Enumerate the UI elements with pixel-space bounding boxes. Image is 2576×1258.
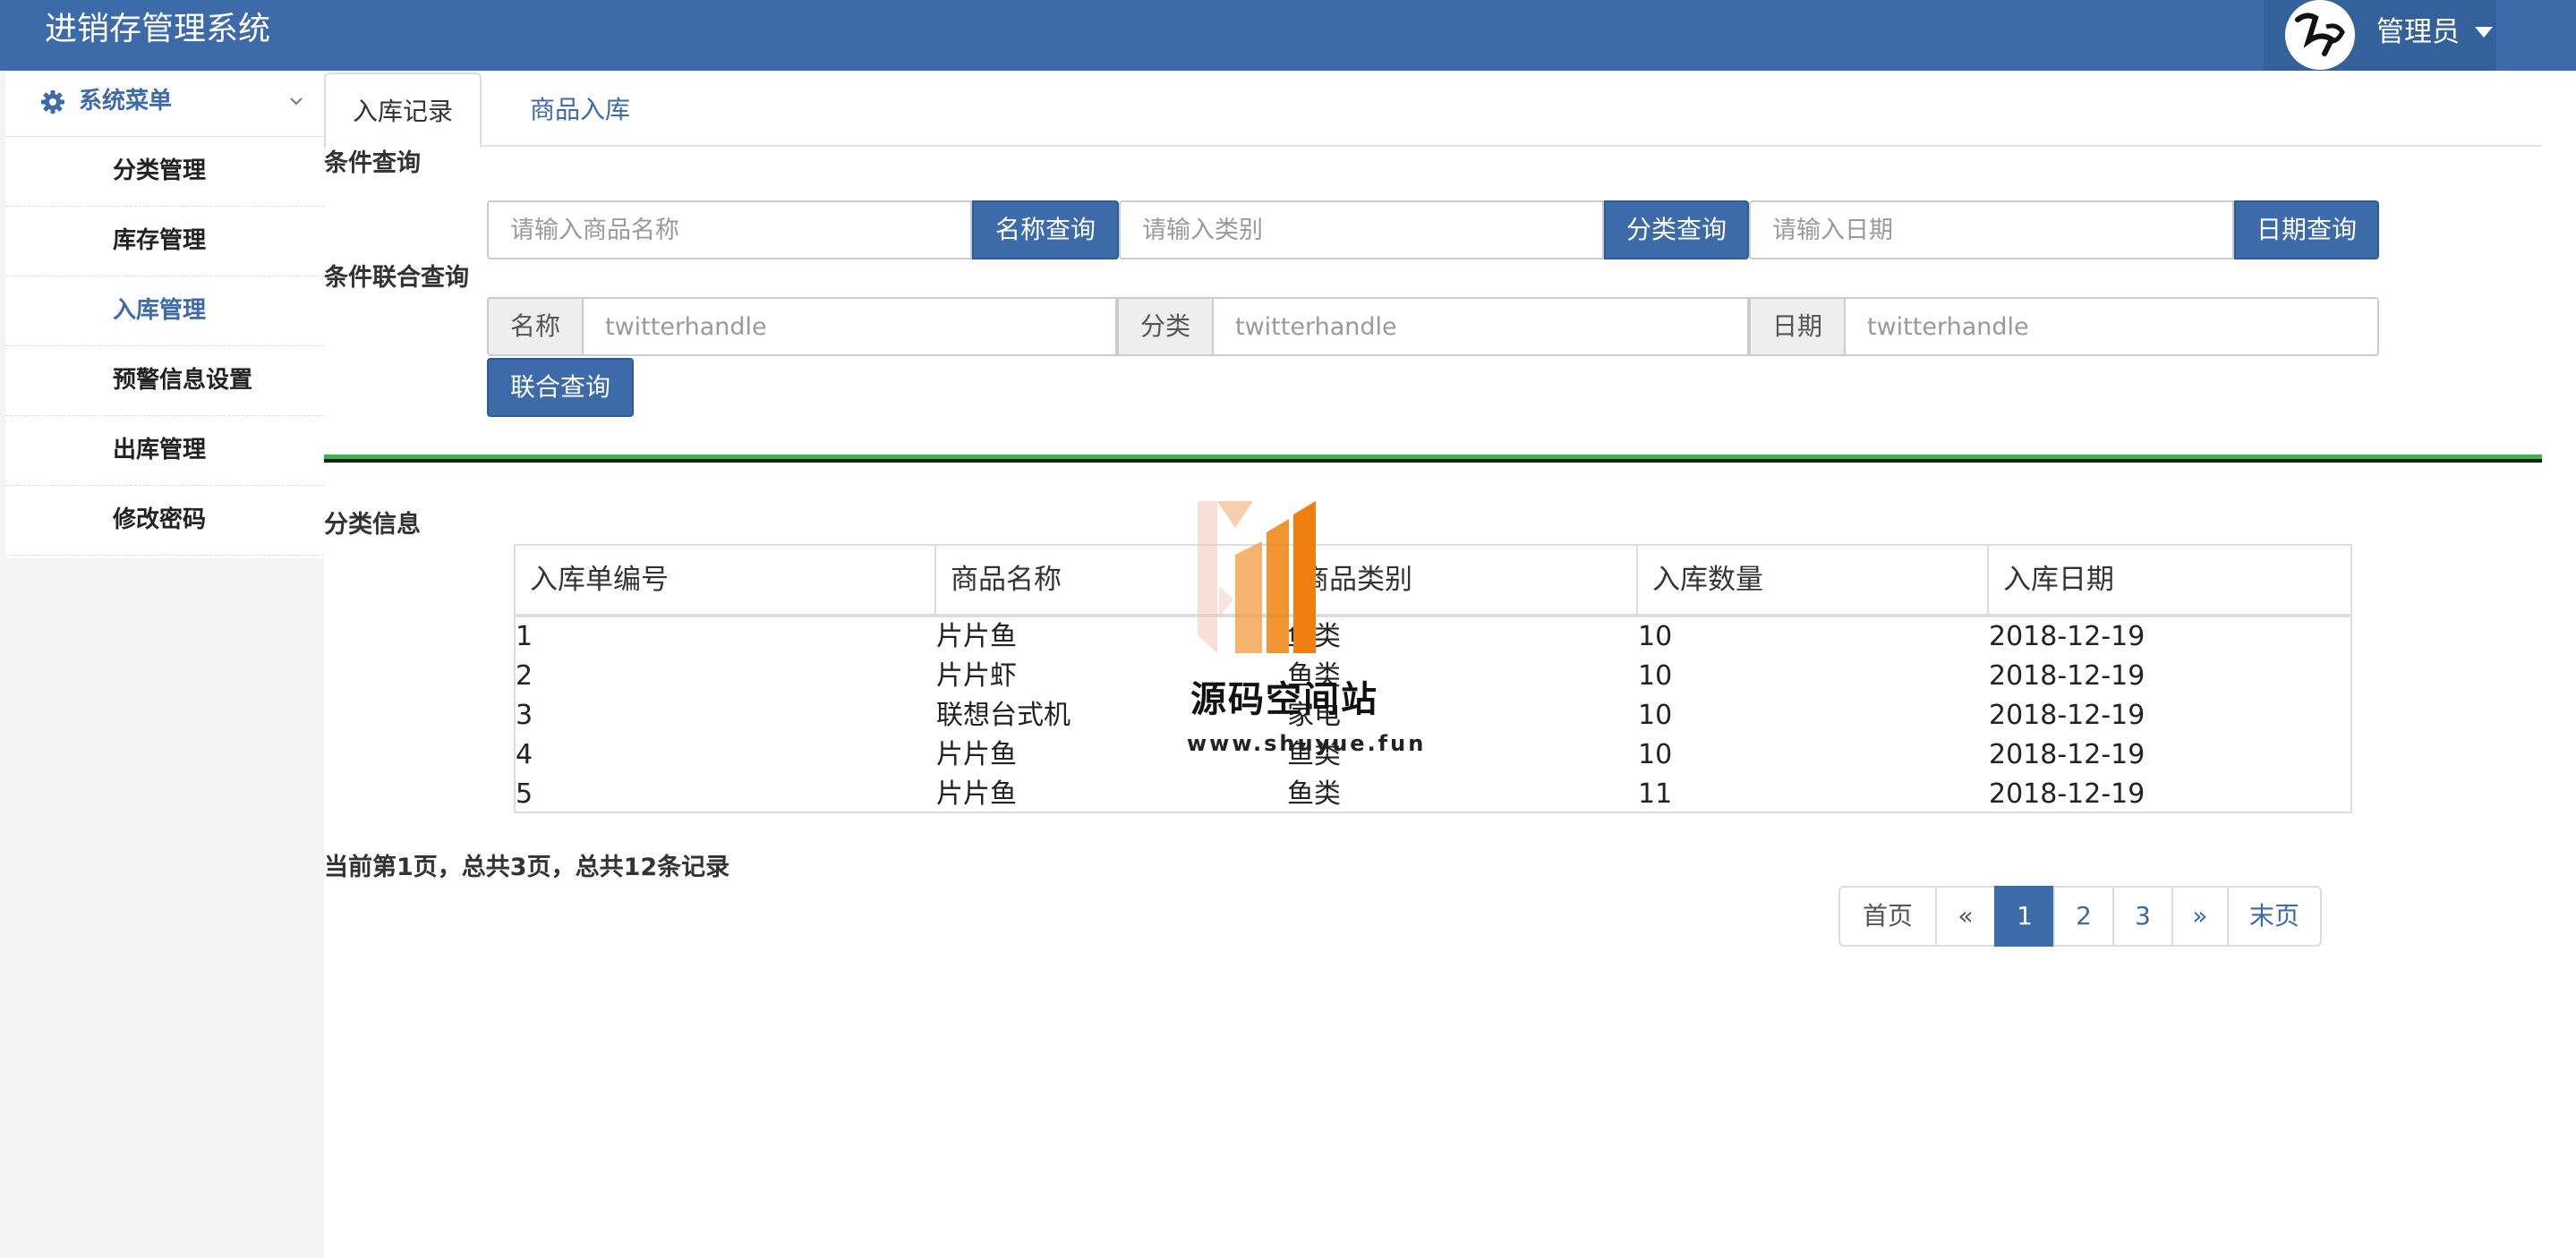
watermark-name: 源码空间站 [1190,679,1378,720]
sidebar-item-category[interactable]: 分类管理 [5,137,324,207]
watermark-url: www.shuyue.fun [1187,731,1427,756]
date-query-button[interactable]: 日期查询 [2234,200,2379,259]
condition-query-label: 条件查询 [324,149,421,177]
sidebar-item-label: 入库管理 [113,297,207,324]
column-header: 入库数量 [1638,546,1989,614]
table-cell: 2018-12-19 [1989,739,2145,770]
table-cell: 10 [1638,660,1673,692]
next-page-button[interactable]: » [2171,886,2229,947]
menu-title: 系统菜单 [79,88,173,115]
table-cell: 联想台式机 [936,700,1070,731]
page-button-3[interactable]: 3 [2112,886,2173,947]
prev-page-button[interactable]: « [1935,886,1996,947]
table-section-label: 分类信息 [324,511,421,539]
sidebar-item-label: 预警信息设置 [113,367,253,394]
category-input[interactable] [1119,200,1604,259]
table-cell: 2 [516,660,533,692]
combined-query-button[interactable]: 联合查询 [487,358,634,417]
table-row: 3 联想台式机 家电 10 2018-12-19 [516,696,2350,735]
table-cell: 1 [516,621,533,652]
page-summary: 当前第1页，总共3页，总共12条记录 [324,854,730,881]
sidebar-item-label: 修改密码 [113,506,207,533]
sidebar-item-stock-in[interactable]: 入库管理 [5,276,324,346]
combined-name-input[interactable] [582,297,1117,356]
table-cell: 鱼类 [1287,778,1341,810]
first-page-button[interactable]: 首页 [1838,886,1937,947]
sidebar-item-label: 出库管理 [113,437,207,463]
table-cell: 2018-12-19 [1989,660,2145,692]
table-row: 4 片片鱼 鱼类 10 2018-12-19 [516,735,2350,775]
avatar[interactable] [2285,0,2355,70]
gear-icon [41,90,64,114]
stock-in-table: 入库单编号 商品名称 商品类别 入库数量 入库日期 1 片片鱼 鱼类 10 20… [514,544,2352,813]
sidebar-item-label: 分类管理 [113,157,207,184]
table-cell: 3 [516,700,533,731]
combined-query-label: 条件联合查询 [324,264,469,292]
sidebar-item-warning-settings[interactable]: 预警信息设置 [5,346,324,416]
sidebar: 系统菜单 分类管理 库存管理 入库管理 预警信息设置 出库管理 修改密码 [0,71,324,1258]
date-addon: 日期 [1749,297,1846,356]
caret-down-icon[interactable] [2475,27,2493,38]
tab-product-stock-in[interactable]: 商品入库 [499,72,661,149]
combined-date-input[interactable] [1844,297,2379,356]
user-menu[interactable]: 管理员 [2264,0,2496,71]
table-cell: 2018-12-19 [1989,621,2145,652]
name-query-button[interactable]: 名称查询 [972,200,1119,259]
table-row: 2 片片虾 鱼类 10 2018-12-19 [516,657,2350,696]
combined-category-input[interactable] [1212,297,1749,356]
table-cell: 5 [516,778,533,810]
sidebar-item-label: 库存管理 [113,227,207,254]
table-cell: 11 [1638,778,1673,810]
chevron-down-icon[interactable] [287,94,305,108]
table-cell: 片片鱼 [936,621,1017,652]
product-name-input[interactable] [487,200,972,259]
table-cell: 片片鱼 [936,739,1017,770]
system-menu: 系统菜单 分类管理 库存管理 入库管理 预警信息设置 出库管理 修改密码 [5,71,324,558]
page-button-1[interactable]: 1 [1994,886,2055,947]
name-addon: 名称 [487,297,584,356]
table-cell: 4 [516,739,533,770]
tab-bar: 入库记录 商品入库 [324,71,2542,149]
table-cell: 2018-12-19 [1989,778,2145,810]
table-cell: 10 [1638,700,1673,731]
sidebar-item-stock-out[interactable]: 出库管理 [5,416,324,486]
date-input[interactable] [1749,200,2234,259]
menu-header[interactable]: 系统菜单 [5,71,324,137]
tab-stock-in-records[interactable]: 入库记录 [324,72,482,149]
table-cell: 10 [1638,621,1673,652]
table-cell: 10 [1638,739,1673,770]
page-button-2[interactable]: 2 [2053,886,2114,947]
table-cell: 2018-12-19 [1989,700,2145,731]
table-row: 5 片片鱼 鱼类 11 2018-12-19 [516,775,2350,814]
table-cell: 片片虾 [936,660,1017,692]
top-header: 进销存管理系统 管理员 [0,0,2576,71]
column-header: 入库日期 [2003,564,2114,596]
category-query-button[interactable]: 分类查询 [1604,200,1749,259]
column-header: 入库单编号 [516,546,936,614]
section-divider [324,455,2542,463]
table-row: 1 片片鱼 鱼类 10 2018-12-19 [516,617,2350,657]
avatar-icon [2285,0,2355,70]
table-header: 入库单编号 商品名称 商品类别 入库数量 入库日期 [516,546,2350,617]
last-page-button[interactable]: 末页 [2227,886,2322,947]
user-name[interactable]: 管理员 [2376,14,2460,50]
app-title: 进销存管理系统 [45,11,271,47]
table-cell: 片片鱼 [936,778,1017,810]
category-addon: 分类 [1117,297,1214,356]
sidebar-item-inventory[interactable]: 库存管理 [5,207,324,276]
sidebar-item-change-password[interactable]: 修改密码 [5,486,324,556]
